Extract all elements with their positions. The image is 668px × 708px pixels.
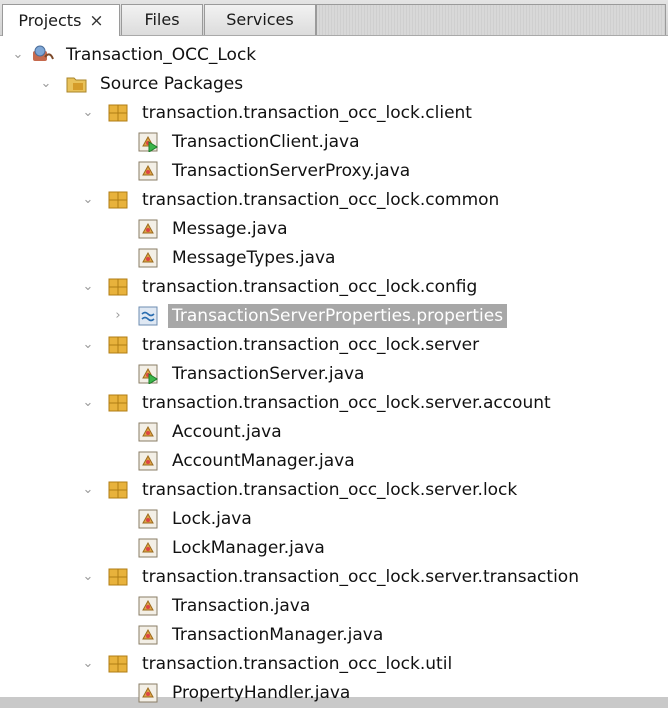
tree-row-file[interactable]: MessageTypes.java: [0, 243, 668, 272]
project-name: Transaction_OCC_Lock: [66, 44, 257, 65]
package-name: transaction.transaction_occ_lock.server.…: [142, 479, 518, 500]
file-name: Lock.java: [172, 508, 252, 529]
package-icon: [108, 277, 128, 297]
package-icon: [108, 103, 128, 123]
projects-window: Projects × Files Services ⌄ Transaction_…: [0, 0, 668, 703]
chevron-down-icon[interactable]: ⌄: [80, 395, 96, 411]
file-name: Transaction.java: [172, 595, 311, 616]
close-icon[interactable]: ×: [89, 6, 103, 36]
package-name: transaction.transaction_occ_lock.config: [142, 276, 478, 297]
tab-files[interactable]: Files: [121, 4, 203, 35]
package-icon: [108, 393, 128, 413]
package-icon: [108, 654, 128, 674]
chevron-down-icon[interactable]: ⌄: [80, 105, 96, 121]
project-tree[interactable]: ⌄ Transaction_OCC_Lock ⌄ Source Packages: [0, 36, 668, 703]
chevron-down-icon[interactable]: ⌄: [80, 569, 96, 585]
tree-row-package[interactable]: ⌄ transaction.transaction_occ_lock.server…: [0, 475, 668, 504]
tree-row-file[interactable]: TransactionManager.java: [0, 620, 668, 649]
tab-projects-label: Projects: [18, 10, 82, 30]
file-name: TransactionClient.java: [172, 131, 360, 152]
tree-row-source-packages[interactable]: ⌄ Source Packages: [0, 69, 668, 98]
package-name: transaction.transaction_occ_lock.common: [142, 189, 500, 210]
source-packages-label: Source Packages: [100, 73, 244, 94]
folder-icon: [66, 74, 87, 94]
java-class-icon: [138, 596, 158, 616]
java-class-icon: [138, 219, 158, 239]
tree-row-package[interactable]: ⌄ transaction.transaction_occ_lock.server…: [0, 388, 668, 417]
java-class-icon: [138, 509, 158, 529]
tab-services[interactable]: Services: [204, 4, 316, 35]
tab-bar: Projects × Files Services: [0, 0, 668, 36]
file-name: TransactionServer.java: [172, 363, 365, 384]
chevron-down-icon[interactable]: ⌄: [80, 482, 96, 498]
file-name: TransactionServerProxy.java: [172, 160, 411, 181]
package-icon: [108, 480, 128, 500]
file-name: LockManager.java: [172, 537, 325, 558]
tree-row-package[interactable]: ⌄ transaction.transaction_occ_lock.client: [0, 98, 668, 127]
package-icon: [108, 190, 128, 210]
tree-row-file[interactable]: PropertyHandler.java: [0, 678, 668, 707]
tree-row-package[interactable]: ⌄ transaction.transaction_occ_lock.server: [0, 330, 668, 359]
tab-bar-fill: [316, 4, 666, 35]
java-class-icon: [138, 625, 158, 645]
file-name: Message.java: [172, 218, 288, 239]
file-name: MessageTypes.java: [172, 247, 336, 268]
java-class-icon: [138, 248, 158, 268]
tree-row-file[interactable]: Message.java: [0, 214, 668, 243]
file-name: TransactionManager.java: [172, 624, 384, 645]
file-name: PropertyHandler.java: [172, 682, 351, 703]
chevron-down-icon[interactable]: ⌄: [80, 279, 96, 295]
package-name: transaction.transaction_occ_lock.server.…: [142, 566, 579, 587]
file-name: AccountManager.java: [172, 450, 355, 471]
java-class-icon: [138, 161, 158, 181]
tab-services-label: Services: [226, 10, 294, 29]
tree-row-file[interactable]: AccountManager.java: [0, 446, 668, 475]
chevron-down-icon[interactable]: ⌄: [38, 76, 54, 92]
java-class-icon: [138, 683, 158, 703]
tree-row-package[interactable]: ⌄ transaction.transaction_occ_lock.util: [0, 649, 668, 678]
package-name: transaction.transaction_occ_lock.client: [142, 102, 472, 123]
package-name: transaction.transaction_occ_lock.util: [142, 653, 453, 674]
tab-projects[interactable]: Projects ×: [2, 4, 120, 36]
tree-row-package[interactable]: ⌄ transaction.transaction_occ_lock.config: [0, 272, 668, 301]
chevron-down-icon[interactable]: ⌄: [80, 337, 96, 353]
tree-row-file[interactable]: TransactionServerProxy.java: [0, 156, 668, 185]
chevron-down-icon[interactable]: ⌄: [80, 192, 96, 208]
java-main-class-icon: [138, 132, 158, 153]
java-class-icon: [138, 451, 158, 471]
package-icon: [108, 567, 128, 587]
package-icon: [108, 335, 128, 355]
tree-row-file[interactable]: Account.java: [0, 417, 668, 446]
chevron-right-icon[interactable]: ›: [110, 308, 126, 324]
tree-row-file[interactable]: › TransactionServerProperties.properties: [0, 301, 668, 330]
chevron-down-icon[interactable]: ⌄: [80, 656, 96, 672]
tree-row-file[interactable]: Lock.java: [0, 504, 668, 533]
java-project-icon: [32, 45, 54, 65]
tree-row-file[interactable]: LockManager.java: [0, 533, 668, 562]
tree-row-package[interactable]: ⌄ transaction.transaction_occ_lock.common: [0, 185, 668, 214]
package-name: transaction.transaction_occ_lock.server: [142, 334, 480, 355]
properties-file-icon: [138, 306, 158, 326]
tree-row-file[interactable]: Transaction.java: [0, 591, 668, 620]
tree-row-file[interactable]: TransactionServer.java: [0, 359, 668, 388]
file-name: Account.java: [172, 421, 282, 442]
tree-row-file[interactable]: TransactionClient.java: [0, 127, 668, 156]
java-class-icon: [138, 538, 158, 558]
file-name: TransactionServerProperties.properties: [168, 303, 508, 328]
tab-files-label: Files: [144, 10, 180, 29]
java-class-icon: [138, 422, 158, 442]
java-main-class-icon: [138, 364, 158, 385]
package-name: transaction.transaction_occ_lock.server.…: [142, 392, 551, 413]
tree-row-package[interactable]: ⌄ transaction.transaction_occ_lock.server…: [0, 562, 668, 591]
chevron-down-icon[interactable]: ⌄: [10, 47, 26, 63]
tree-row-project[interactable]: ⌄ Transaction_OCC_Lock: [0, 40, 668, 69]
